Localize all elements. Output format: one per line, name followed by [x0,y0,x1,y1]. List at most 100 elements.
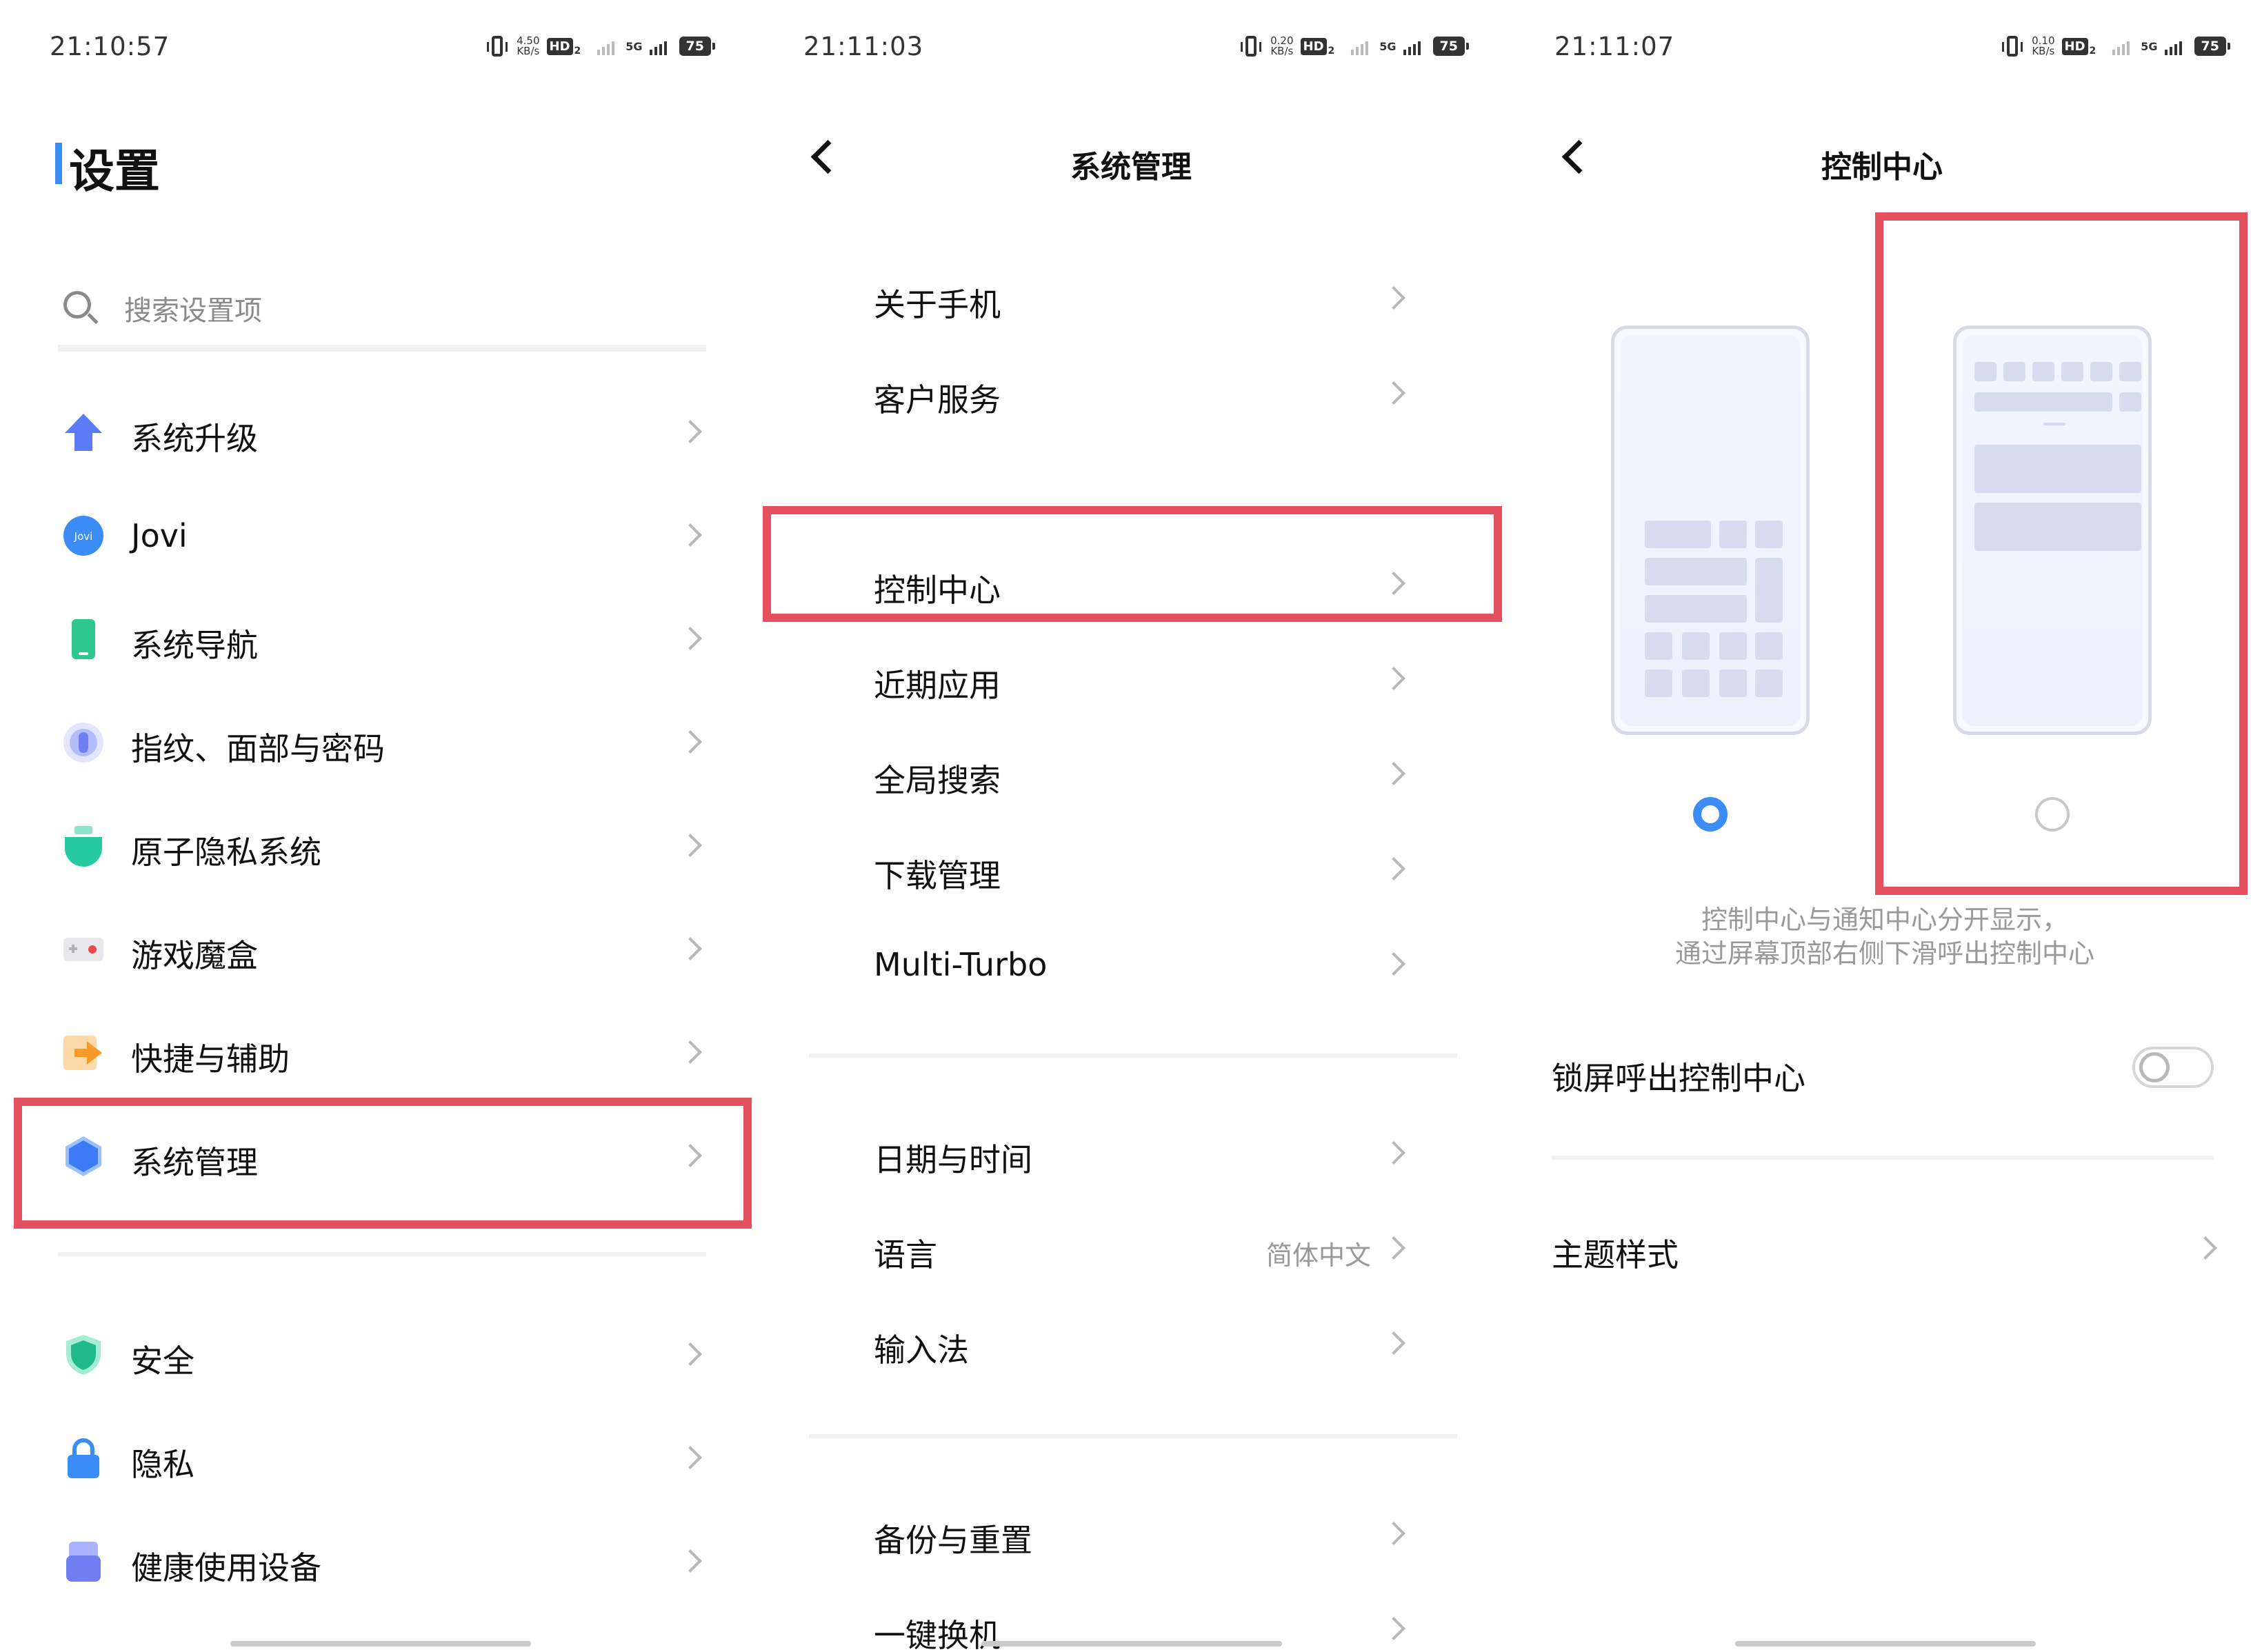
back-arrow-icon[interactable] [1561,139,1597,174]
vibrate-icon [1241,36,1262,57]
preview-block [1645,558,1747,585]
chevron-right-icon [1382,667,1405,690]
vibrate-icon [2002,36,2023,57]
settings-item-fingerprint[interactable]: 指纹、面部与密码 [0,691,754,794]
settings-item-navigation[interactable]: 系统导航 [0,587,754,691]
menu-item-label: 下载管理 [874,857,1001,894]
chevron-right-icon [679,627,702,650]
settings-item-system-upgrade[interactable]: 系统升级 [0,381,754,484]
chevron-right-icon [1382,762,1405,785]
preview-block [1755,669,1783,697]
status-icons: 0.10 KB/s HD 2 5G 75 [2002,36,2231,57]
hd-voice-icon: HD [546,37,573,55]
phone-preview-screen [1620,334,1801,726]
menu-item-theme-style[interactable]: 主题样式 [1552,1200,2217,1295]
menu-item-about-phone[interactable]: 关于手机 [809,250,1457,345]
signal-sim2-icon [2164,37,2182,55]
style-radio-combined[interactable] [1693,797,1728,832]
network-type: 5G [2141,39,2158,53]
settings-screen: 21:10:57 4.50 KB/s HD 2 5G 75 设置 搜索设置项 系统… [0,0,754,1652]
settings-item-privacy[interactable]: 隐私 [0,1407,754,1510]
settings-item-atom-privacy[interactable]: 原子隐私系统 [0,794,754,898]
settings-item-security[interactable]: 安全 [0,1303,754,1407]
chevron-right-icon [679,1446,702,1469]
status-icons: 4.50 KB/s HD 2 5G 75 [487,36,716,57]
page-title: 系统管理 [1070,150,1192,185]
chevron-right-icon [2194,1236,2217,1260]
menu-item-label: 关于手机 [874,286,1001,323]
status-time: 21:11:03 [803,32,924,61]
settings-item-label: 原子隐私系统 [131,834,321,871]
chevron-right-icon [679,834,702,857]
settings-item-shortcut[interactable]: 快捷与辅助 [0,1001,754,1105]
network-type: 5G [1379,39,1397,53]
preview-block [1645,521,1711,548]
page-title: 设置 [69,145,160,198]
preview-block [1645,632,1672,660]
chevron-right-icon [679,1342,702,1366]
chevron-right-icon [1382,286,1405,310]
status-bar: 21:11:03 0.20 KB/s HD 2 5G 75 [754,29,1508,70]
jovi-icon: Jovi [63,516,103,556]
signal-sim1-icon [1351,37,1369,55]
control-center-style-combined[interactable] [1611,325,1810,735]
settings-item-game-box[interactable]: 游戏魔盒 [0,898,754,1001]
menu-item-global-search[interactable]: 全局搜索 [809,725,1457,820]
fingerprint-icon [63,723,103,763]
preview-block [1755,632,1783,660]
menu-item-customer-service[interactable]: 客户服务 [809,345,1457,440]
preview-block [1682,632,1710,660]
highlight-box [14,1098,752,1229]
signal-sim1-icon [597,37,615,55]
menu-item-multi-turbo[interactable]: Multi-Turbo [809,916,1457,1011]
page-title: 控制中心 [1821,150,1943,185]
chevron-right-icon [1382,1236,1405,1260]
status-bar: 21:11:07 0.10 KB/s HD 2 5G 75 [1508,29,2262,70]
home-indicator [981,1641,1282,1646]
menu-item-date-time[interactable]: 日期与时间 [809,1105,1457,1200]
system-upgrade-icon [65,414,102,451]
menu-item-recent-apps[interactable]: 近期应用 [809,630,1457,725]
preview-block [1719,521,1747,548]
signal-sim1-icon [2112,37,2130,55]
status-icons: 0.20 KB/s HD 2 5G 75 [1241,36,1470,57]
search-field[interactable]: 搜索设置项 [58,276,706,352]
menu-item-label: 备份与重置 [874,1522,1032,1559]
menu-item-language[interactable]: 语言 简体中文 [809,1200,1457,1295]
home-indicator [230,1641,531,1646]
section-divider [1552,1156,2214,1160]
preview-block [1719,632,1747,660]
chevron-right-icon [1382,1331,1405,1355]
settings-item-jovi[interactable]: Jovi Jovi [0,484,754,587]
preview-block [1719,669,1747,697]
system-management-screen: 21:11:03 0.20 KB/s HD 2 5G 75 系统管理 关于手机 客… [754,0,1508,1652]
menu-item-input-method[interactable]: 输入法 [809,1295,1457,1390]
settings-item-label: Jovi [131,517,188,554]
signal-sim2-icon [1403,37,1421,55]
highlight-box [763,506,1502,622]
title-accent-bar [55,143,62,184]
lockscreen-toggle-switch[interactable] [2132,1047,2214,1088]
menu-item-label: 全局搜索 [874,762,1001,799]
menu-item-download-management[interactable]: 下载管理 [809,820,1457,916]
menu-item-label: 语言 [874,1236,937,1273]
chevron-right-icon [1382,857,1405,880]
settings-item-health-usage[interactable]: 健康使用设备 [0,1510,754,1613]
back-arrow-icon[interactable] [810,139,845,174]
chevron-right-icon [1382,1141,1405,1165]
section-divider [58,1252,706,1256]
control-center-screen: 21:11:07 0.10 KB/s HD 2 5G 75 控制中心 控制中心与… [1508,0,2262,1652]
chevron-right-icon [1382,1617,1405,1640]
language-value: 简体中文 [1265,1240,1371,1271]
privacy-lock-icon [68,1438,99,1478]
menu-item-backup-reset[interactable]: 备份与重置 [809,1485,1457,1580]
hd-sim-index: 2 [1328,46,1335,57]
style-description-line1: 控制中心与通知中心分开显示， [1701,905,2068,935]
shortcut-icon [63,1036,102,1070]
status-bar: 21:10:57 4.50 KB/s HD 2 5G 75 [0,29,754,70]
chevron-right-icon [1382,952,1405,976]
search-icon [63,291,91,319]
settings-item-label: 系统导航 [131,627,258,664]
hd-voice-icon: HD [2061,37,2088,55]
home-indicator [1735,1641,2036,1646]
